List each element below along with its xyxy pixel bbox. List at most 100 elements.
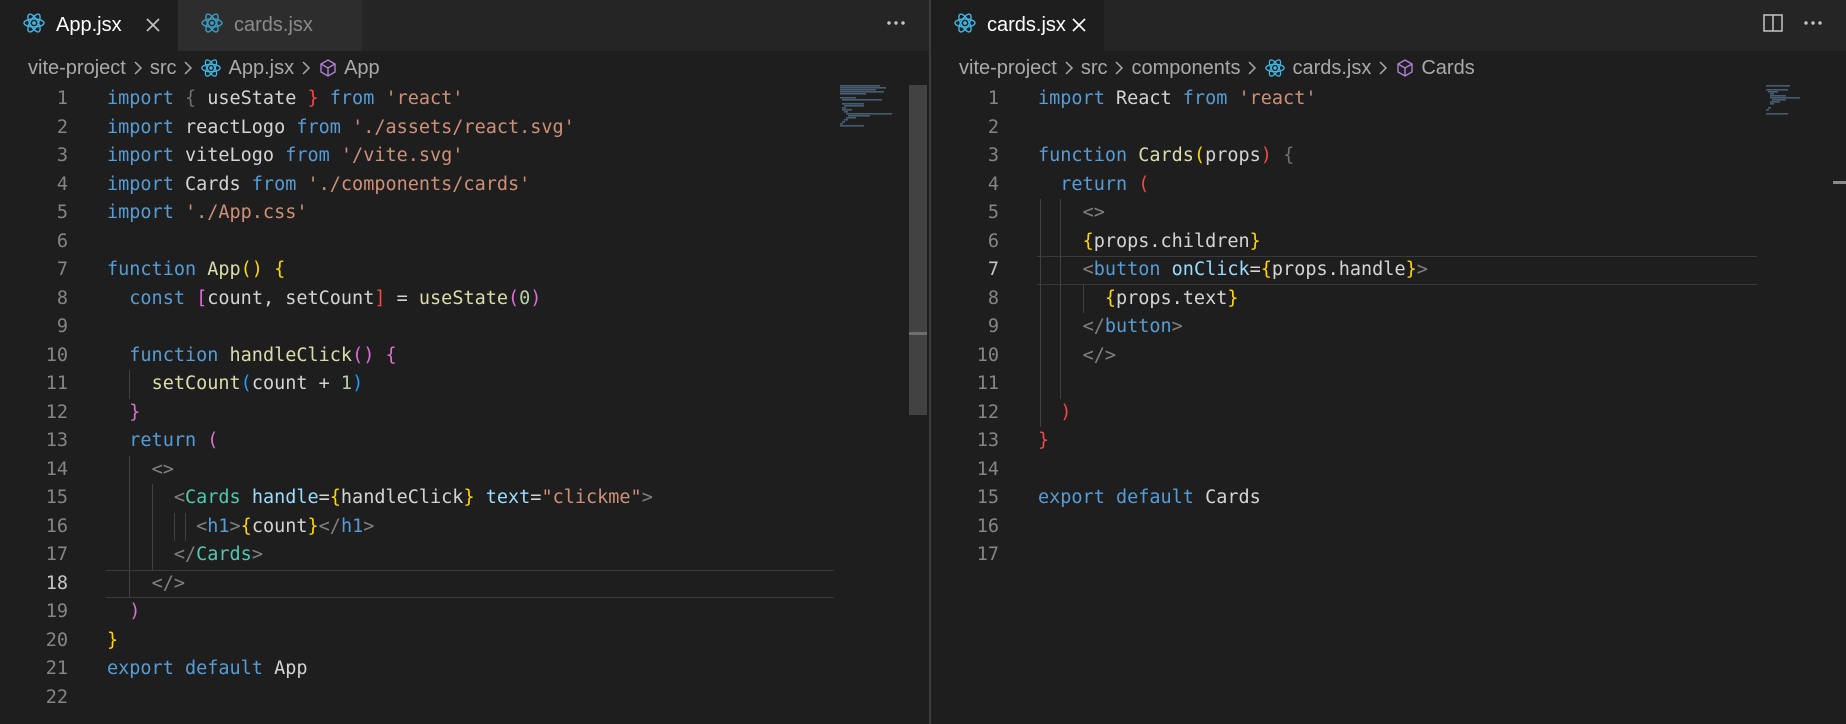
breadcrumb-item-file[interactable]: App.jsx [200, 57, 294, 80]
code-text: setCount(count + 1) [151, 373, 364, 394]
code-editor[interactable]: 1 import { useState } from 'react' 2 import… [0, 85, 929, 724]
breadcrumb-item-symbol[interactable]: App [318, 57, 380, 80]
code-text: return ( [1060, 173, 1150, 195]
code-line[interactable]: 15 <Cards handle={handleClick} text="cli… [0, 484, 929, 513]
close-icon[interactable] [1068, 14, 1090, 36]
minimap[interactable] [840, 85, 895, 135]
code-line[interactable]: 8 const [count, setCount] = useState(0) [0, 285, 929, 314]
line-number: 12 [976, 401, 999, 423]
line-number: 7 [987, 259, 999, 280]
code-line[interactable]: 6 [0, 228, 929, 257]
more-actions-icon[interactable] [885, 12, 907, 39]
code-line[interactable]: 2 [931, 114, 1846, 143]
code-text: } [1038, 430, 1050, 451]
line-number: 1 [987, 88, 999, 109]
line-number: 8 [987, 287, 999, 309]
line-number: 9 [56, 316, 68, 337]
code-text: {props.children} [1082, 230, 1261, 252]
code-line[interactable]: 13} [931, 427, 1846, 456]
react-icon [201, 59, 222, 77]
code-line[interactable]: 17 </Cards> [0, 541, 929, 570]
code-line[interactable]: 10 </> [931, 342, 1846, 371]
line-number: 2 [987, 116, 999, 138]
code-line[interactable]: 4 import Cards from './components/cards' [0, 171, 929, 200]
split-editor-icon[interactable] [1762, 12, 1784, 39]
code-line[interactable]: 16 [931, 513, 1846, 542]
breadcrumb-item-src[interactable]: src [150, 57, 177, 80]
line-number: 12 [45, 401, 68, 423]
code-line[interactable]: 20} [0, 627, 929, 656]
code-line[interactable]: 2 import reactLogo from './assets/react.s… [0, 114, 929, 143]
code-text: ) [1060, 401, 1072, 423]
code-line[interactable]: 11 setCount(count + 1) [0, 370, 929, 399]
chevron-right-icon [301, 60, 311, 76]
tab-bar: App.jsx cards.jsx [0, 0, 929, 51]
code-line[interactable]: 4 return ( [931, 171, 1846, 200]
code-line[interactable]: 15 export default Cards [931, 484, 1846, 513]
code-text: <> [1082, 202, 1105, 223]
code-line[interactable]: 12 ) [931, 399, 1846, 428]
code-line[interactable]: 5 <> [931, 199, 1846, 228]
tab-cards-jsx[interactable]: cards.jsx [178, 0, 362, 51]
close-icon[interactable] [142, 14, 164, 36]
more-actions-icon[interactable] [1802, 12, 1824, 39]
code-line[interactable]: 21 export default App [0, 655, 929, 684]
code-line[interactable]: 12 } [0, 399, 929, 428]
breadcrumb-item-file[interactable]: cards.jsx [1264, 57, 1371, 80]
code-line[interactable]: 8 {props.text} [931, 285, 1846, 314]
code-line[interactable]: 9 </button> [931, 313, 1846, 342]
chevron-right-icon [133, 60, 143, 76]
breadcrumb: vite-project src components cards.jsx Ca… [931, 51, 1846, 85]
line-number: 6 [987, 230, 999, 252]
tab-app-jsx[interactable]: App.jsx [0, 0, 178, 51]
code-line[interactable]: 13 return ( [0, 427, 929, 456]
chevron-right-icon [1378, 60, 1388, 76]
line-number: 7 [56, 259, 68, 280]
code-line[interactable]: 17 [931, 541, 1846, 570]
line-number: 10 [45, 344, 68, 366]
editor-group-right: cards.jsx vite-project src components ca… [931, 0, 1846, 724]
indent-guide [185, 512, 187, 541]
code-line[interactable]: 11 [931, 370, 1846, 399]
line-number: 15 [976, 487, 999, 508]
code-line[interactable]: 16 <h1>{count}</h1> [0, 513, 929, 542]
breadcrumb-item-project[interactable]: vite-project [28, 57, 126, 80]
breadcrumb-item-symbol[interactable]: Cards [1395, 57, 1475, 80]
code-line[interactable]: 14 [931, 456, 1846, 485]
vertical-scrollbar[interactable] [909, 85, 927, 415]
code-line[interactable]: 19 ) [0, 598, 929, 627]
code-line[interactable]: 10 function handleClick() { [0, 342, 929, 371]
breadcrumb-item-project[interactable]: vite-project [959, 57, 1057, 80]
code-line[interactable]: 9 [0, 313, 929, 342]
tab-cards-jsx[interactable]: cards.jsx [931, 0, 1104, 51]
code-text: export default App [107, 658, 308, 679]
code-line[interactable]: 5 import './App.css' [0, 199, 929, 228]
code-line[interactable]: 1 import { useState } from 'react' [0, 85, 929, 114]
code-line[interactable]: 6 {props.children} [931, 228, 1846, 257]
code-line[interactable]: 3 import viteLogo from '/vite.svg' [0, 142, 929, 171]
code-text: export default Cards [1038, 487, 1261, 508]
minimap[interactable] [1766, 85, 1806, 120]
chevron-right-icon [1114, 60, 1124, 76]
code-text: ) [129, 601, 141, 622]
code-line[interactable]: 1 import React from 'react' [931, 85, 1846, 114]
code-line[interactable]: 7 function App() { [0, 256, 929, 285]
breadcrumb-item-components[interactable]: components [1131, 57, 1240, 80]
code-line[interactable]: 18 </> [0, 569, 929, 598]
tab-label: cards.jsx [987, 14, 1066, 36]
component-icon [320, 59, 336, 77]
code-line[interactable]: 14 <> [0, 456, 929, 485]
chevron-right-icon [183, 60, 193, 76]
line-number: 22 [45, 686, 68, 708]
code-editor[interactable]: 1 import React from 'react' 2 3 function Car… [931, 85, 1846, 724]
code-line[interactable]: 22 [0, 684, 929, 713]
tab-label: cards.jsx [234, 14, 313, 36]
line-number: 4 [987, 173, 999, 195]
code-text: import reactLogo from './assets/react.sv… [107, 116, 575, 138]
code-line[interactable]: 7 <button onClick={props.handle}> [931, 256, 1846, 285]
code-line[interactable]: 3 function Cards(props) { [931, 142, 1846, 171]
react-icon [200, 11, 224, 41]
line-number: 16 [976, 515, 999, 537]
indent-guide [151, 484, 153, 570]
breadcrumb-item-src[interactable]: src [1081, 57, 1108, 80]
